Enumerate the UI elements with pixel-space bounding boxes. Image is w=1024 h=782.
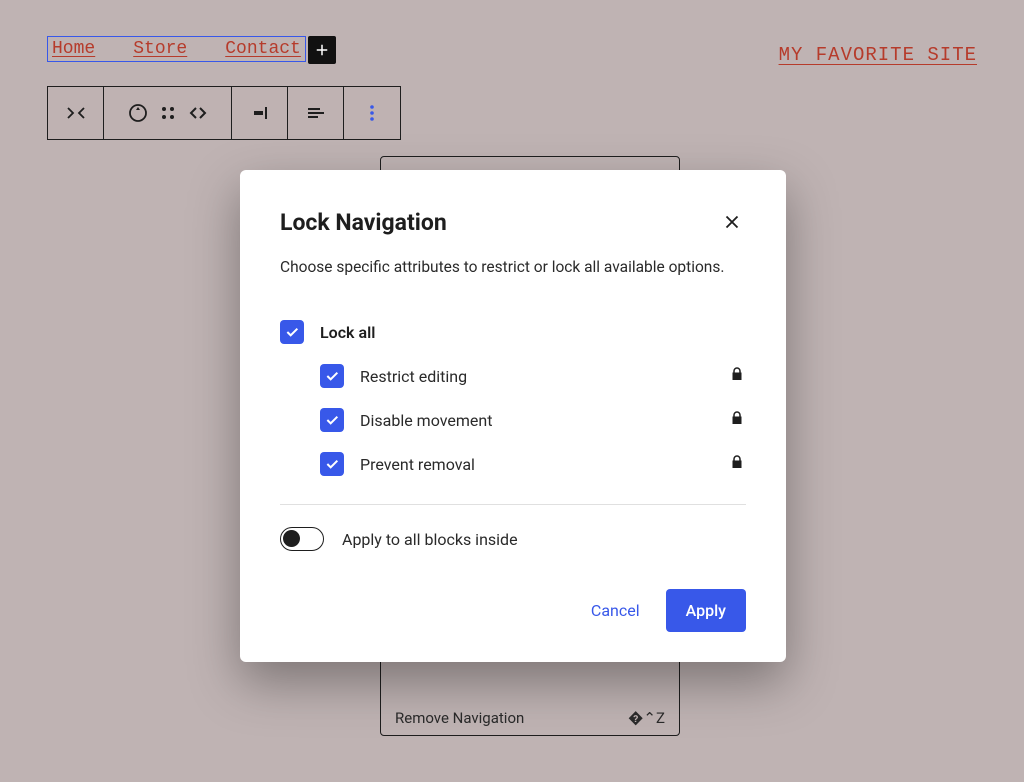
check-icon [284,324,300,340]
option-label: Lock all [320,323,375,342]
dialog-actions: Cancel Apply [280,589,746,632]
option-disable-movement[interactable]: Disable movement [280,398,746,442]
nav-link-home[interactable]: Home [52,39,95,59]
option-label: Prevent removal [360,455,475,474]
close-button[interactable] [718,208,746,236]
toggle-label: Apply to all blocks inside [342,530,518,549]
menu-item-shortcut: �⌃Z [628,709,665,727]
plus-icon [313,41,331,59]
more-vertical-icon [360,101,384,125]
add-block-button[interactable] [308,36,336,64]
lock-icon [728,365,746,387]
check-icon [324,368,340,384]
chevron-left-right-icon [186,101,210,125]
dialog-description: Choose specific attributes to restrict o… [280,258,746,276]
checkbox-disable-movement[interactable] [320,408,344,432]
apply-to-all-toggle[interactable] [280,527,324,551]
toolbar-move[interactable] [186,101,210,125]
toolbar-transform[interactable] [126,101,150,125]
toolbar-block-type[interactable] [48,87,104,139]
nav-link-store[interactable]: Store [133,39,187,59]
nav-link-contact[interactable]: Contact [225,39,301,59]
lock-options: Lock all Restrict editing Disable moveme… [280,310,746,486]
transform-icon [126,101,150,125]
lock-navigation-dialog: Lock Navigation Choose specific attribut… [240,170,786,662]
menu-item-label: Remove Navigation [395,709,524,727]
site-title[interactable]: MY FAVORITE SITE [779,44,977,66]
check-icon [324,456,340,472]
dialog-title: Lock Navigation [280,209,447,236]
toggle-knob [283,530,300,547]
option-restrict-editing[interactable]: Restrict editing [280,354,746,398]
checkbox-prevent-removal[interactable] [320,452,344,476]
checkbox-lock-all[interactable] [280,320,304,344]
option-lock-all[interactable]: Lock all [280,310,746,354]
justify-right-icon [248,101,272,125]
navigation-block-icon [64,101,88,125]
close-icon [721,211,743,233]
apply-to-all-row: Apply to all blocks inside [280,527,746,551]
nav-links: Home Store Contact [47,36,306,62]
page-header: Home Store Contact MY FAVORITE SITE [0,36,1024,66]
menu-item-remove[interactable]: Remove Navigation �⌃Z [381,699,679,735]
navigation-block[interactable]: Home Store Contact [47,36,306,62]
dialog-header: Lock Navigation [280,208,746,236]
align-icon [304,101,328,125]
divider [280,504,746,505]
drag-handle-icon[interactable] [160,105,176,121]
cancel-button[interactable]: Cancel [573,589,658,632]
toolbar-options[interactable] [344,87,400,139]
lock-icon [728,453,746,475]
option-prevent-removal[interactable]: Prevent removal [280,442,746,486]
toolbar-transform-group [104,87,232,139]
toolbar-justify[interactable] [232,87,288,139]
toolbar-align[interactable] [288,87,344,139]
option-label: Restrict editing [360,367,467,386]
check-icon [324,412,340,428]
checkbox-restrict-editing[interactable] [320,364,344,388]
option-label: Disable movement [360,411,492,430]
block-toolbar [47,86,401,140]
apply-button[interactable]: Apply [666,589,746,632]
lock-icon [728,409,746,431]
